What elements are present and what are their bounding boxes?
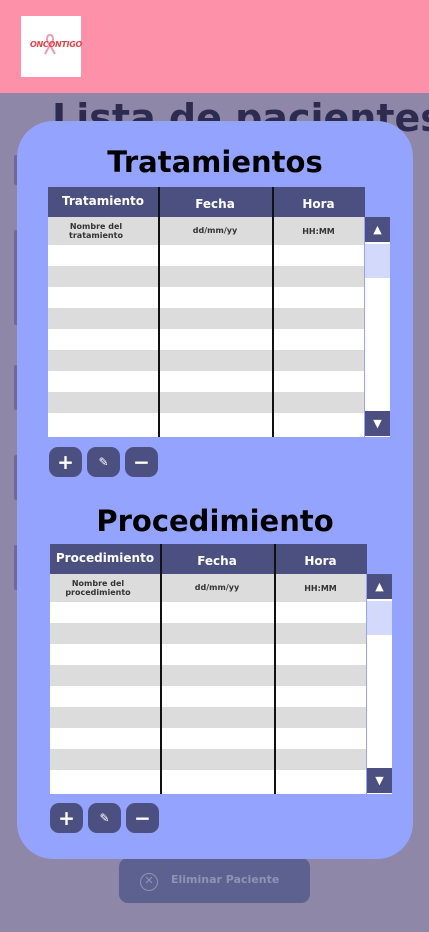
treatment-time-cell: HH:MM [302, 227, 335, 236]
table-header: Procedimiento Fecha Hora [50, 544, 367, 574]
table-row[interactable] [48, 350, 364, 371]
scroll-up-button[interactable]: ▲ [365, 217, 390, 242]
table-row[interactable] [48, 308, 364, 329]
column-divider [272, 187, 274, 437]
table-row[interactable]: Nombre del procedimiento dd/mm/yy HH:MM [50, 574, 366, 602]
treatment-actions: + ✎ − [49, 447, 159, 477]
vertical-scrollbar[interactable] [367, 574, 392, 794]
table-row[interactable] [50, 665, 366, 686]
delete-patient-button[interactable]: ✕ Eliminar Paciente [119, 858, 310, 903]
table-row[interactable] [50, 686, 366, 707]
table-row[interactable]: Nombre del tratamiento dd/mm/yy HH:MM [48, 217, 364, 245]
table-row[interactable] [48, 413, 364, 437]
delete-patient-label: Eliminar Paciente [171, 873, 280, 886]
treatments-table: Tratamiento Fecha Hora Nombre del tratam… [48, 187, 391, 437]
treatments-title: Tratamientos [107, 145, 323, 179]
column-header-procedure[interactable]: Procedimiento [50, 544, 160, 574]
column-divider [158, 187, 160, 437]
edit-procedure-button[interactable]: ✎ [88, 803, 121, 833]
table-row[interactable] [48, 329, 364, 350]
procedure-date-cell: dd/mm/yy [194, 583, 240, 592]
table-row[interactable] [48, 371, 364, 392]
table-header: Tratamiento Fecha Hora [48, 187, 365, 217]
table-row[interactable] [48, 245, 364, 266]
column-header-time[interactable]: Hora [272, 187, 365, 217]
scrollbar-thumb[interactable] [365, 244, 390, 278]
table-row[interactable] [50, 749, 366, 770]
add-procedure-button[interactable]: + [50, 803, 83, 833]
remove-procedure-button[interactable]: − [126, 803, 159, 833]
table-row[interactable] [48, 287, 364, 308]
edit-treatment-button[interactable]: ✎ [87, 447, 120, 477]
scroll-down-button[interactable]: ▼ [367, 768, 392, 793]
app-logo[interactable]: ONCONTIGO [21, 16, 82, 77]
table-row[interactable] [48, 392, 364, 413]
procedure-time-cell: HH:MM [304, 584, 337, 593]
scroll-up-button[interactable]: ▲ [367, 574, 392, 599]
table-row[interactable] [50, 623, 366, 644]
close-circle-icon: ✕ [140, 873, 158, 891]
table-row[interactable] [50, 707, 366, 728]
remove-treatment-button[interactable]: − [125, 447, 158, 477]
add-treatment-button[interactable]: + [49, 447, 82, 477]
column-header-time[interactable]: Hora [274, 544, 367, 574]
top-bar: ONCONTIGO [0, 0, 429, 93]
procedure-actions: + ✎ − [50, 803, 160, 833]
table-row[interactable] [50, 602, 366, 623]
vertical-scrollbar[interactable] [365, 217, 390, 437]
treatments-table-body: Nombre del tratamiento dd/mm/yy HH:MM [48, 217, 364, 437]
procedures-table: Procedimiento Fecha Hora Nombre del proc… [50, 544, 393, 794]
treatment-name-cell: Nombre del tratamiento [69, 222, 123, 240]
procedures-table-body: Nombre del procedimiento dd/mm/yy HH:MM [50, 574, 366, 794]
column-header-date[interactable]: Fecha [158, 187, 272, 217]
column-divider [274, 544, 276, 794]
column-header-date[interactable]: Fecha [160, 544, 274, 574]
scrollbar-thumb[interactable] [367, 601, 392, 635]
scroll-down-button[interactable]: ▼ [365, 411, 390, 436]
procedure-name-cell: Nombre del procedimiento [65, 579, 131, 597]
procedures-title: Procedimiento [96, 504, 334, 538]
table-row[interactable] [48, 266, 364, 287]
treatment-date-cell: dd/mm/yy [192, 226, 238, 235]
column-divider [160, 544, 162, 794]
table-row[interactable] [50, 644, 366, 665]
table-row[interactable] [50, 728, 366, 749]
logo-text: ONCONTIGO [30, 40, 82, 49]
table-row[interactable] [50, 770, 366, 794]
column-header-treatment[interactable]: Tratamiento [48, 187, 158, 217]
treatments-modal: Tratamientos Tratamiento Fecha Hora Nomb… [17, 121, 413, 859]
